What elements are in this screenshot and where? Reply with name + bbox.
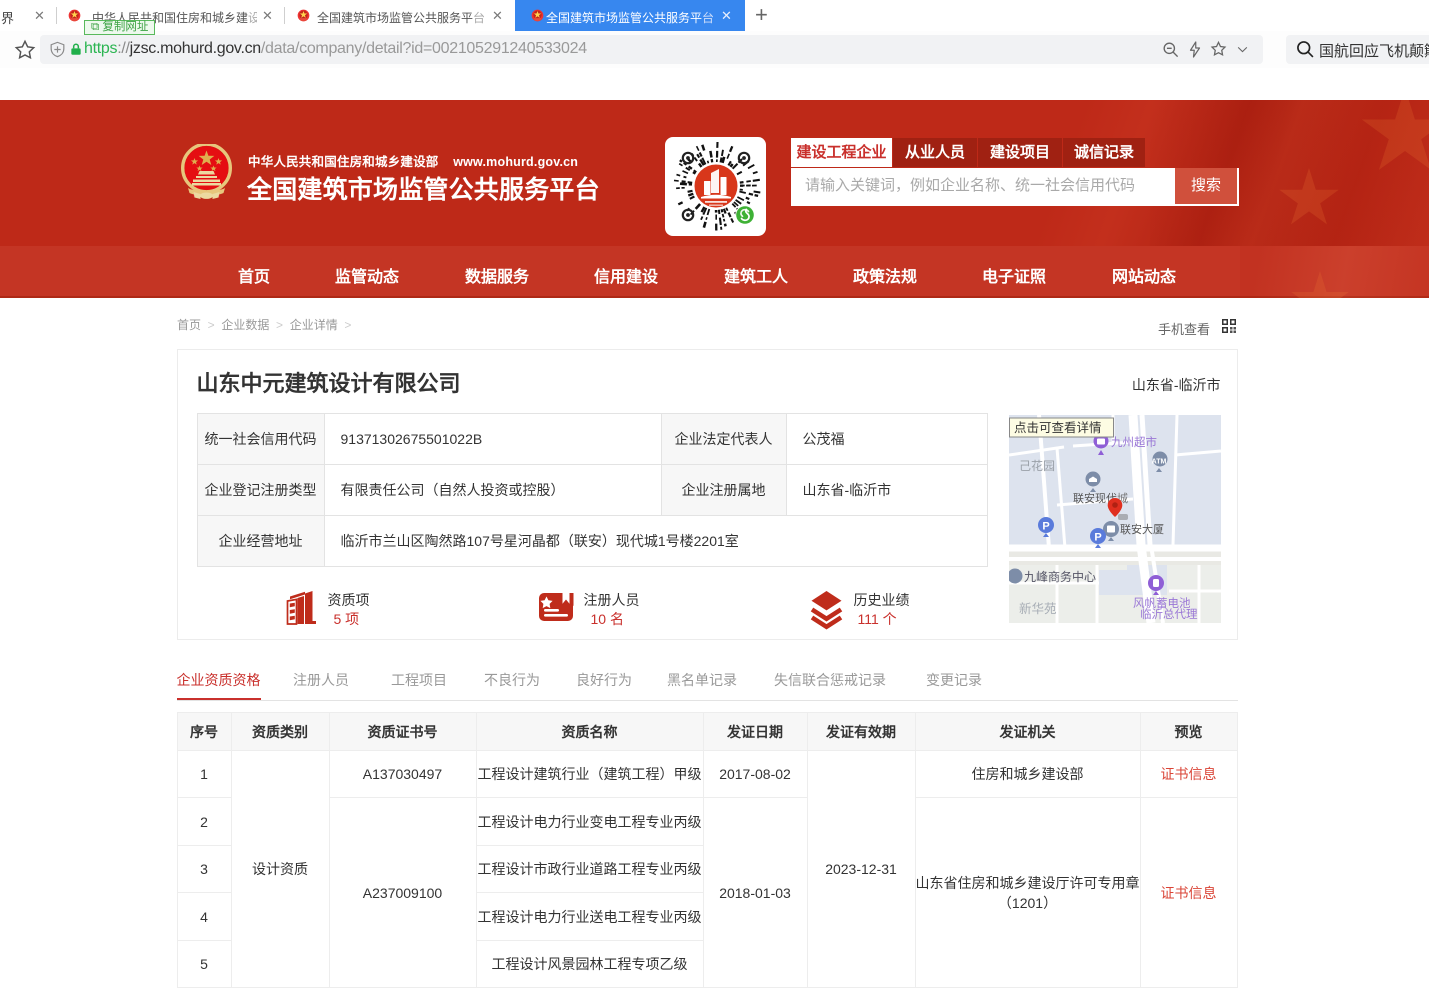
svg-text:九峰商务中心: 九峰商务中心 bbox=[1024, 569, 1096, 584]
svg-text:风帆蓄电池: 风帆蓄电池 bbox=[1133, 596, 1191, 610]
svg-text:P: P bbox=[1094, 532, 1101, 544]
svg-text:新华苑: 新华苑 bbox=[1019, 601, 1057, 616]
svg-text:联安大厦: 联安大厦 bbox=[1120, 522, 1164, 536]
svg-text:P: P bbox=[1042, 521, 1049, 533]
svg-text:临沂总代理: 临沂总代理 bbox=[1140, 607, 1198, 621]
svg-text:己花园: 己花园 bbox=[1019, 458, 1055, 473]
svg-text:九州超市: 九州超市 bbox=[1111, 435, 1157, 449]
svg-text:ATM: ATM bbox=[1151, 459, 1166, 466]
svg-text:点击可查看详情: 点击可查看详情 bbox=[1014, 420, 1102, 435]
